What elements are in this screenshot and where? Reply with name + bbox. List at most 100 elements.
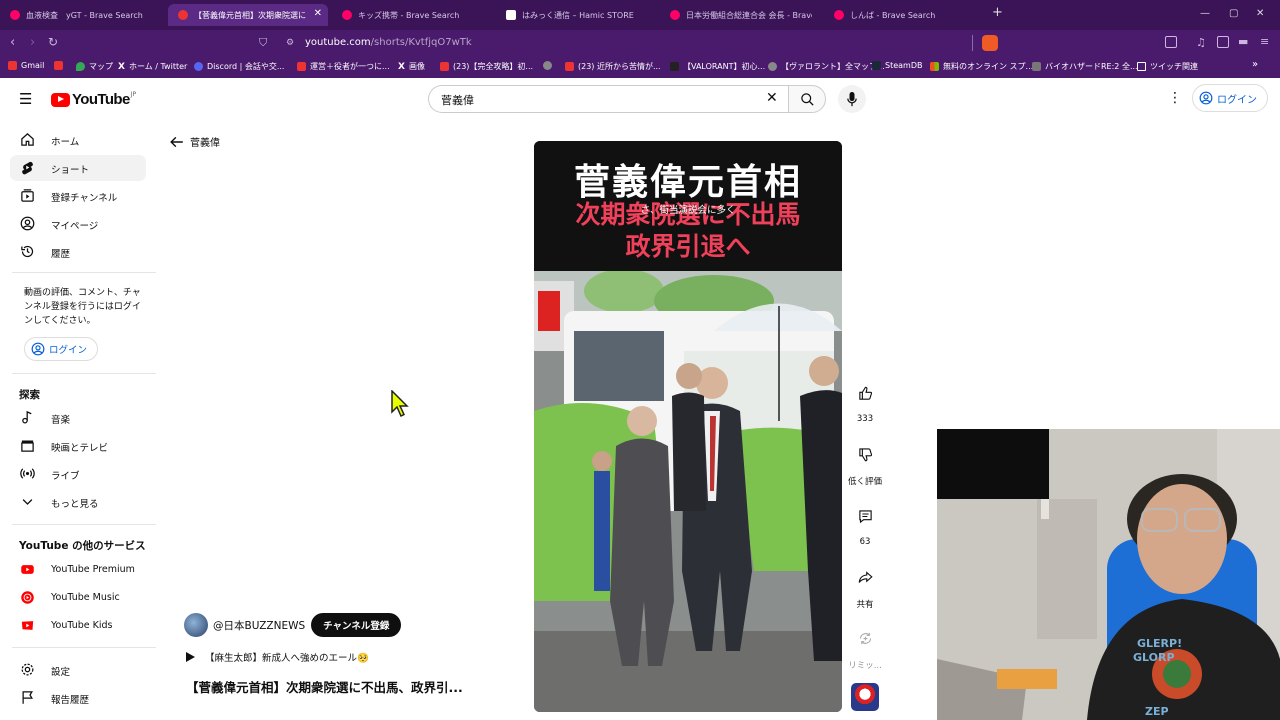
- site-settings-icon[interactable]: ⚙: [286, 38, 294, 48]
- sidebar-sign-in-button[interactable]: ログイン: [24, 337, 99, 361]
- sidebar-item-live[interactable]: ライブ: [10, 461, 146, 487]
- remix-button[interactable]: [850, 623, 880, 653]
- mouse-cursor-icon: [391, 390, 409, 418]
- clear-search-icon[interactable]: ✕: [766, 90, 778, 106]
- back-arrow-icon[interactable]: ‹: [10, 35, 15, 50]
- related-video-link[interactable]: 【麻生太郎】新成人へ強めのエール🥺: [186, 650, 369, 664]
- share-button[interactable]: [850, 562, 880, 592]
- bookmark-steamdb[interactable]: SteamDB: [872, 61, 922, 70]
- bookmark-icon[interactable]: ⛉: [259, 36, 267, 50]
- discord-icon: [194, 62, 203, 71]
- sidebar-item-music[interactable]: 音楽: [10, 405, 146, 431]
- thumbs-down-icon: [858, 447, 872, 461]
- hamburger-menu-icon[interactable]: ☰: [19, 90, 32, 108]
- youtube-kids-icon: [20, 618, 35, 633]
- bookmark-twitter[interactable]: X ホーム / Twitter: [118, 61, 187, 72]
- sidebar-divider: [12, 272, 156, 273]
- sidebar-item-history[interactable]: 履歴: [10, 239, 146, 265]
- channel-name[interactable]: @日本BUZZNEWS: [213, 618, 305, 633]
- search-button[interactable]: [788, 85, 826, 113]
- bookmark-gmail[interactable]: Gmail: [8, 61, 44, 70]
- search-icon: [800, 92, 814, 106]
- bookmark-youtube-noise[interactable]: (23) 近所から苦情が...: [565, 61, 661, 72]
- svg-text:GLERP!: GLERP!: [1137, 637, 1182, 650]
- sidebar-item-you[interactable]: マイページ: [10, 211, 146, 237]
- bookmark-folder-twitch[interactable]: ツイッチ関連: [1137, 61, 1198, 72]
- bookmark-maps[interactable]: マップ: [76, 61, 113, 72]
- sidebar-item-youtube-kids[interactable]: YouTube Kids: [10, 613, 146, 639]
- sound-thumbnail[interactable]: [851, 683, 879, 711]
- shorts-icon: [20, 160, 35, 175]
- sidebar-item-youtube-premium[interactable]: YouTube Premium: [10, 557, 146, 583]
- tab-youtube-short[interactable]: 【菅義偉元首相】次期衆院選に ✕: [168, 4, 328, 26]
- remix-action[interactable]: リミッ...: [848, 623, 882, 671]
- dislike-button[interactable]: [850, 439, 880, 469]
- close-tab-icon[interactable]: ✕: [314, 8, 322, 19]
- sidebar-item-home[interactable]: ホーム: [10, 127, 146, 153]
- comments-action[interactable]: 63: [850, 501, 880, 547]
- video-title[interactable]: 【菅義偉元首相】次期衆院選に不出馬、政界引...: [186, 677, 463, 696]
- sidebar-item-show-more[interactable]: もっと見る: [10, 489, 146, 515]
- bookmark-game-site[interactable]: 運営＋役者が一つに...: [297, 61, 390, 72]
- more-options-icon[interactable]: ⋮: [1168, 90, 1182, 106]
- minimize-window-icon[interactable]: —: [1200, 8, 1210, 19]
- tab-rengo[interactable]: 日本労働組合総連合会 会長 - Brave: [660, 4, 812, 26]
- sidebar-toggle-icon[interactable]: [1217, 36, 1229, 48]
- clapperboard-icon: [20, 438, 35, 453]
- like-action[interactable]: 333: [850, 378, 880, 424]
- maximize-window-icon[interactable]: ▢: [1229, 8, 1238, 19]
- video-frame-image: [534, 271, 842, 712]
- cast-icon[interactable]: [1165, 36, 1177, 48]
- gear-icon: [20, 662, 35, 677]
- tab-hamic-store[interactable]: はみっく通信 – Hamic STORE: [496, 4, 661, 26]
- bookmark-discord[interactable]: Discord | 会話や交...: [194, 61, 284, 72]
- media-icon[interactable]: ♫: [1196, 36, 1206, 49]
- menu-icon[interactable]: ≡: [1260, 35, 1269, 48]
- sidebar-item-movies[interactable]: 映画とテレビ: [10, 433, 146, 459]
- site-icon: [1032, 62, 1041, 71]
- bookmark-youtube-video[interactable]: (23)【完全攻略】初...: [440, 61, 533, 72]
- live-broadcast-icon: [20, 466, 35, 481]
- more-bookmarks-icon[interactable]: »: [1252, 59, 1258, 70]
- sidebar-item-youtube-music[interactable]: YouTube Music: [10, 585, 146, 611]
- bookmark-valorant-maps[interactable]: 【ヴァロラント】全マップ...: [768, 61, 885, 72]
- new-tab-button[interactable]: +: [992, 5, 1003, 20]
- account-icon: [31, 342, 45, 356]
- sign-in-button[interactable]: ログイン: [1192, 84, 1268, 112]
- close-window-icon[interactable]: ✕: [1256, 8, 1264, 19]
- url-field[interactable]: youtube.com/shorts/KvtfjqO7wTk: [305, 37, 472, 48]
- reload-icon[interactable]: ↻: [48, 35, 58, 49]
- like-button[interactable]: [850, 378, 880, 408]
- bookmark-valorant[interactable]: 【VALORANT】初心...: [670, 61, 765, 72]
- bookmark-youtube[interactable]: [54, 61, 67, 70]
- share-arrow-icon: [858, 570, 873, 583]
- bookmark-globe[interactable]: [543, 61, 556, 70]
- sidebar-item-settings[interactable]: 設定: [10, 657, 146, 683]
- short-video-player[interactable]: 菅義偉元首相 次期衆院選に不出馬 政界引退へ さ、街当演説会に多く: [534, 141, 842, 712]
- tab-kids-phone[interactable]: キッズ携帯 - Brave Search: [332, 4, 497, 26]
- back-to-search-link[interactable]: 菅義偉: [170, 134, 220, 149]
- youtube-logo[interactable]: YouTube JP: [51, 91, 136, 108]
- voice-search-button[interactable]: [838, 85, 866, 113]
- bookmark-biohazard[interactable]: バイオハザードRE:2 全...: [1032, 61, 1138, 72]
- vpn-icon[interactable]: ▬: [1238, 35, 1248, 48]
- sidebar-item-report-history[interactable]: 報告履歴: [10, 685, 146, 711]
- dislike-action[interactable]: 低く評価: [848, 439, 882, 487]
- site-icon: [768, 62, 777, 71]
- forward-arrow-icon[interactable]: ›: [30, 35, 35, 50]
- channel-avatar[interactable]: [184, 613, 208, 637]
- tab-blood-test[interactable]: 血液検査 yGT - Brave Search: [0, 4, 165, 26]
- sidebar-item-shorts[interactable]: ショート: [10, 155, 146, 181]
- share-action[interactable]: 共有: [850, 562, 880, 610]
- globe-icon: [543, 61, 552, 70]
- bookmark-spreadsheet[interactable]: 無料のオンライン スプ...: [930, 61, 1033, 72]
- tab-shinba[interactable]: しんば - Brave Search: [824, 4, 976, 26]
- comments-button[interactable]: [850, 501, 880, 531]
- like-count: 333: [856, 414, 874, 424]
- brave-shields-icon[interactable]: [982, 35, 998, 51]
- search-input[interactable]: 菅義偉: [428, 85, 788, 113]
- subscribe-button[interactable]: チャンネル登録: [311, 613, 402, 637]
- thumbs-up-icon: [858, 386, 872, 400]
- sidebar-item-subscriptions[interactable]: 登録チャンネル: [10, 183, 146, 209]
- bookmark-images[interactable]: X 画像: [398, 61, 425, 72]
